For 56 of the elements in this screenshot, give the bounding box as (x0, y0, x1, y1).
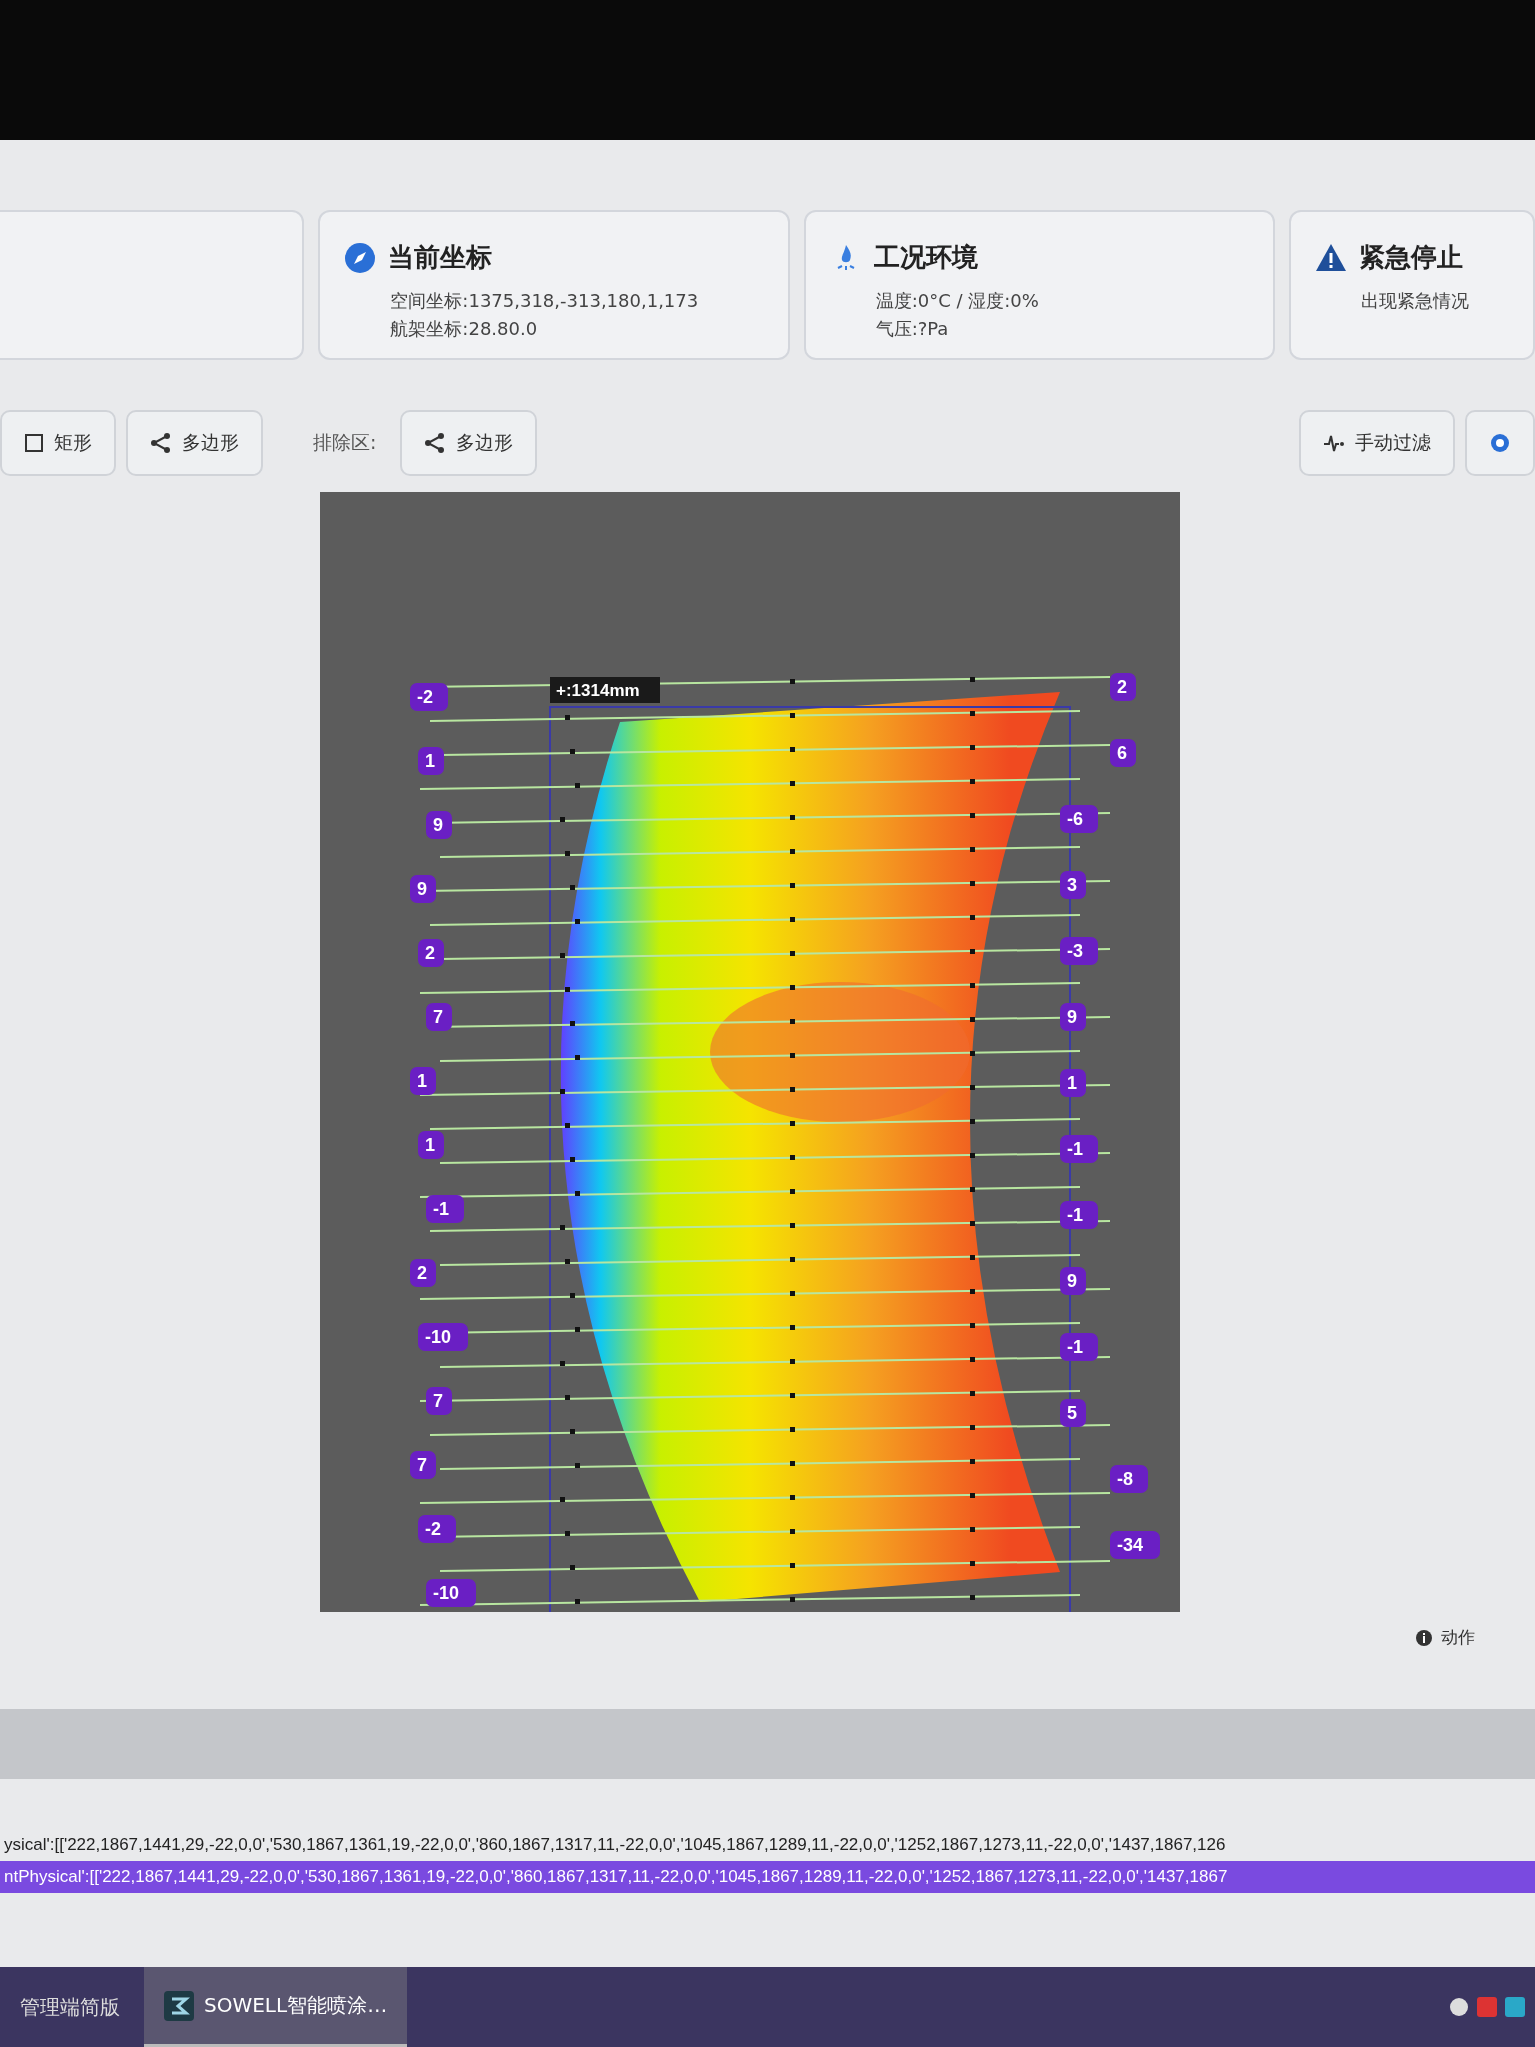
deviation-badge: 1 (418, 747, 444, 775)
measurement-label: +:1314mm (550, 677, 660, 703)
card-title: 工况环境 (873, 241, 978, 274)
card-text: 航架坐标:28.80.0 (390, 317, 539, 341)
compass-icon (344, 241, 377, 274)
action-label: 动作 (1441, 1626, 1475, 1649)
deviation-badge: -1 (1060, 1201, 1098, 1229)
deviation-badge: 9 (410, 875, 436, 903)
deviation-badge: -3 (1060, 937, 1098, 965)
square-icon (24, 433, 44, 453)
taskbar-item[interactable]: SOWELL智能喷涂… (144, 1967, 408, 2047)
deviation-badge: 7 (426, 1387, 452, 1415)
tool-button[interactable] (1465, 410, 1535, 476)
deviation-badge: -6 (1060, 805, 1098, 833)
card-text: 空间坐标:1375,318,-313,180,1,173 (390, 289, 700, 313)
deviation-badge: 6 (1110, 739, 1136, 767)
deviation-badge: 1 (1060, 1069, 1086, 1097)
deviation-badge: -10 (418, 1323, 468, 1351)
card-title: 紧急停止 (1359, 241, 1463, 274)
deviation-badge: -1 (1060, 1135, 1098, 1163)
info-icon (1415, 1628, 1433, 1647)
exclusion-label: 排除区: (313, 430, 377, 455)
deviation-badge: 3 (1060, 871, 1086, 899)
share-icon (150, 432, 172, 454)
taskbar-item[interactable]: 管理端简版 (0, 1967, 140, 2047)
deviation-badge: -2 (410, 683, 448, 711)
log-line[interactable]: ysical':[['222,1867,1441,29,-22,0,0','530,1867,1361,19,-22,0,0','860,1867,1317,11,-22,0,0','1045,1867,1289,11,-22,0,0','1252,1867,1273,11,-22,0,0','1437,1867,126 (0, 1829, 1535, 1861)
deviation-badge: 1 (410, 1067, 436, 1095)
deviation-badge: 5 (1060, 1399, 1086, 1427)
deviation-badge: 9 (1060, 1267, 1086, 1295)
app-icon (164, 1990, 194, 2021)
share-icon (424, 432, 447, 454)
tool-button[interactable]: 矩形 (0, 410, 116, 476)
card-title: 当前坐标 (388, 241, 493, 274)
deviation-badge: 9 (426, 811, 452, 839)
deviation-badge: 1 (418, 1131, 444, 1159)
tool-button[interactable]: 手动过滤 (1299, 410, 1455, 476)
deviation-badge: -34 (1110, 1531, 1160, 1559)
deviation-badge: -1 (1060, 1333, 1098, 1361)
deviation-badge: -2 (418, 1515, 456, 1543)
tool-button[interactable]: 多边形 (400, 410, 538, 476)
tool-button[interactable]: 多边形 (126, 410, 263, 476)
deviation-badge: -8 (1110, 1465, 1148, 1493)
deviation-badge: -10 (426, 1579, 476, 1607)
deviation-badge: 2 (1110, 673, 1136, 701)
deviation-badge: 9 (1060, 1003, 1086, 1031)
tray-icon[interactable] (1449, 1997, 1469, 2017)
card-text: 温度:0°C / 湿度:0% (875, 289, 1040, 313)
card-text: 气压:?Pa (875, 317, 950, 341)
deviation-badge: 2 (410, 1259, 436, 1287)
deviation-badge: 2 (418, 939, 444, 967)
circle-icon (1489, 432, 1511, 454)
card-text: 出现紧急情况 (1361, 289, 1470, 313)
deviation-badge: 7 (426, 1003, 452, 1031)
deviation-badge: -1 (426, 1195, 464, 1223)
deviation-badge: 7 (410, 1451, 436, 1479)
